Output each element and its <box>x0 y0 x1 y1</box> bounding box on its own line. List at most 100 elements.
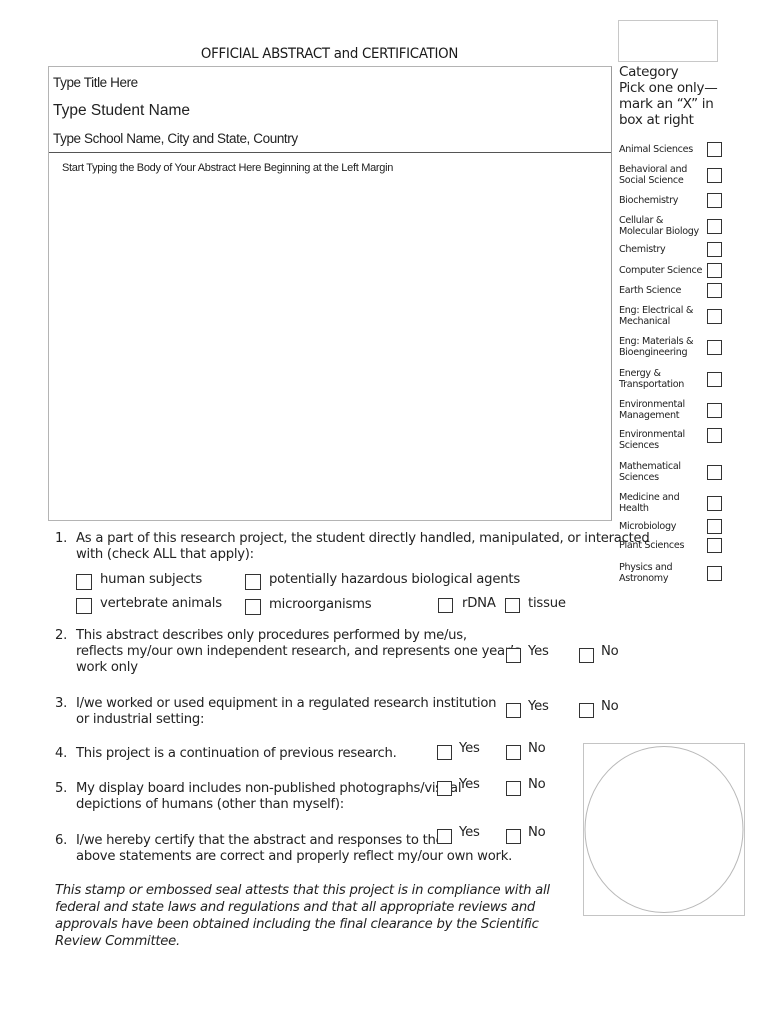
category-checkbox[interactable] <box>707 283 722 298</box>
checkbox[interactable] <box>437 745 452 760</box>
option-label: microorganisms <box>269 597 372 612</box>
category-label-line: Molecular Biology <box>619 226 699 237</box>
option-label: human subjects <box>100 572 203 587</box>
option-label: No <box>528 777 546 792</box>
question-2: 2. This abstract describes only procedur… <box>55 628 535 678</box>
category-item[interactable]: Biochemistry <box>619 193 724 208</box>
question-text: above statements are correct and properl… <box>76 849 513 864</box>
checkbox[interactable] <box>437 829 452 844</box>
checkbox[interactable] <box>505 598 520 613</box>
category-item[interactable]: Behavioral and Social Science <box>619 162 724 188</box>
question-text: I/we hereby certify that the abstract an… <box>76 833 444 848</box>
category-checkbox[interactable] <box>707 496 722 511</box>
checkbox[interactable] <box>437 781 452 796</box>
question-text: As a part of this research project, the … <box>76 531 650 546</box>
category-label-line: Environmental <box>619 429 685 440</box>
checkbox[interactable] <box>579 703 594 718</box>
question-text: with (check ALL that apply): <box>76 547 254 562</box>
question-number: 4. <box>55 746 68 761</box>
category-label: Eng: Materials & Bioengineering <box>619 336 705 358</box>
checkbox[interactable] <box>245 599 261 615</box>
category-item[interactable]: Mathematical Sciences <box>619 459 724 485</box>
category-label: Animal Sciences <box>619 144 705 155</box>
category-item[interactable]: Eng: Electrical & Mechanical <box>619 303 724 329</box>
checkbox[interactable] <box>245 574 261 590</box>
school-field[interactable]: Type School Name, City and State, Countr… <box>53 131 298 146</box>
category-checkbox[interactable] <box>707 566 722 581</box>
category-checkbox[interactable] <box>707 168 722 183</box>
category-label-line: Animal Sciences <box>619 144 693 155</box>
category-heading-line: box at right <box>619 112 694 128</box>
checkbox[interactable] <box>506 781 521 796</box>
category-item[interactable]: Energy & Transportation <box>619 366 724 392</box>
category-item[interactable]: Animal Sciences <box>619 142 724 157</box>
category-item[interactable]: Cellular & Molecular Biology <box>619 213 724 239</box>
category-checkbox[interactable] <box>707 428 722 443</box>
category-checkbox[interactable] <box>707 340 722 355</box>
category-label-line: Computer Science <box>619 265 703 276</box>
category-checkbox[interactable] <box>707 142 722 157</box>
option-label: vertebrate animals <box>100 596 222 611</box>
category-checkbox[interactable] <box>707 519 722 534</box>
seal-stamp-area <box>583 743 745 916</box>
option-label: No <box>601 699 619 714</box>
category-label-line: Bioengineering <box>619 347 688 358</box>
option-label: potentially hazardous biological agents <box>269 572 521 587</box>
category-item[interactable]: Medicine and Health <box>619 490 724 516</box>
project-title-field[interactable]: Type Title Here <box>53 75 138 90</box>
question-text: This abstract describes only procedures … <box>76 628 467 643</box>
checkbox[interactable] <box>506 829 521 844</box>
category-label-line: Chemistry <box>619 244 666 255</box>
checkbox[interactable] <box>76 598 92 614</box>
category-checkbox[interactable] <box>707 219 722 234</box>
question-number: 2. <box>55 628 68 643</box>
checkbox[interactable] <box>579 648 594 663</box>
category-label: Earth Science <box>619 285 705 296</box>
question-6: 6. I/we hereby certify that the abstract… <box>55 833 555 867</box>
category-item[interactable]: Earth Science <box>619 283 724 298</box>
category-label-line: Sciences <box>619 472 659 483</box>
compliance-statement: This stamp or embossed seal attests that… <box>55 883 550 949</box>
category-item[interactable]: Computer Science <box>619 263 724 278</box>
question-number: 6. <box>55 833 68 848</box>
category-checkbox[interactable] <box>707 242 722 257</box>
category-checkbox[interactable] <box>707 372 722 387</box>
student-name-field[interactable]: Type Student Name <box>53 102 190 120</box>
category-checkbox[interactable] <box>707 309 722 324</box>
question-text: My display board includes non-published … <box>76 781 462 796</box>
divider <box>49 152 611 153</box>
abstract-box: Type Title Here Type Student Name Type S… <box>48 66 612 521</box>
abstract-body-field[interactable]: Start Typing the Body of Your Abstract H… <box>62 162 393 174</box>
category-checkbox[interactable] <box>707 538 722 553</box>
category-label-line: Cellular & <box>619 215 664 226</box>
category-label-line: Mathematical <box>619 461 681 472</box>
category-item[interactable]: Environmental Sciences <box>619 427 724 453</box>
category-label-line: Earth Science <box>619 285 682 296</box>
category-label-line: Eng: Materials & <box>619 336 694 347</box>
category-label: Biochemistry <box>619 195 705 206</box>
checkbox[interactable] <box>506 745 521 760</box>
category-label-line: Environmental <box>619 399 685 410</box>
checkbox[interactable] <box>438 598 453 613</box>
checkbox[interactable] <box>506 648 521 663</box>
form-title: OFFICIAL ABSTRACT and CERTIFICATION <box>200 46 459 62</box>
category-label-line: Mechanical <box>619 316 670 327</box>
category-item[interactable]: Chemistry <box>619 242 724 257</box>
checkbox[interactable] <box>76 574 92 590</box>
category-item[interactable]: Eng: Materials & Bioengineering <box>619 334 724 360</box>
category-checkbox[interactable] <box>707 403 722 418</box>
option-label: Yes <box>528 699 549 714</box>
category-label-line: Transportation <box>619 379 685 390</box>
category-label-line: Medicine and <box>619 492 680 503</box>
category-checkbox[interactable] <box>707 193 722 208</box>
category-checkbox[interactable] <box>707 465 722 480</box>
category-checkbox[interactable] <box>707 263 722 278</box>
category-label: Behavioral and Social Science <box>619 164 705 186</box>
project-number-box[interactable] <box>618 20 718 62</box>
option-label: Yes <box>459 741 480 756</box>
checkbox[interactable] <box>506 703 521 718</box>
category-item[interactable]: Physics and Astronomy <box>619 560 724 586</box>
option-label: Yes <box>459 825 480 840</box>
option-label: No <box>601 644 619 659</box>
category-item[interactable]: Environmental Management <box>619 397 724 423</box>
